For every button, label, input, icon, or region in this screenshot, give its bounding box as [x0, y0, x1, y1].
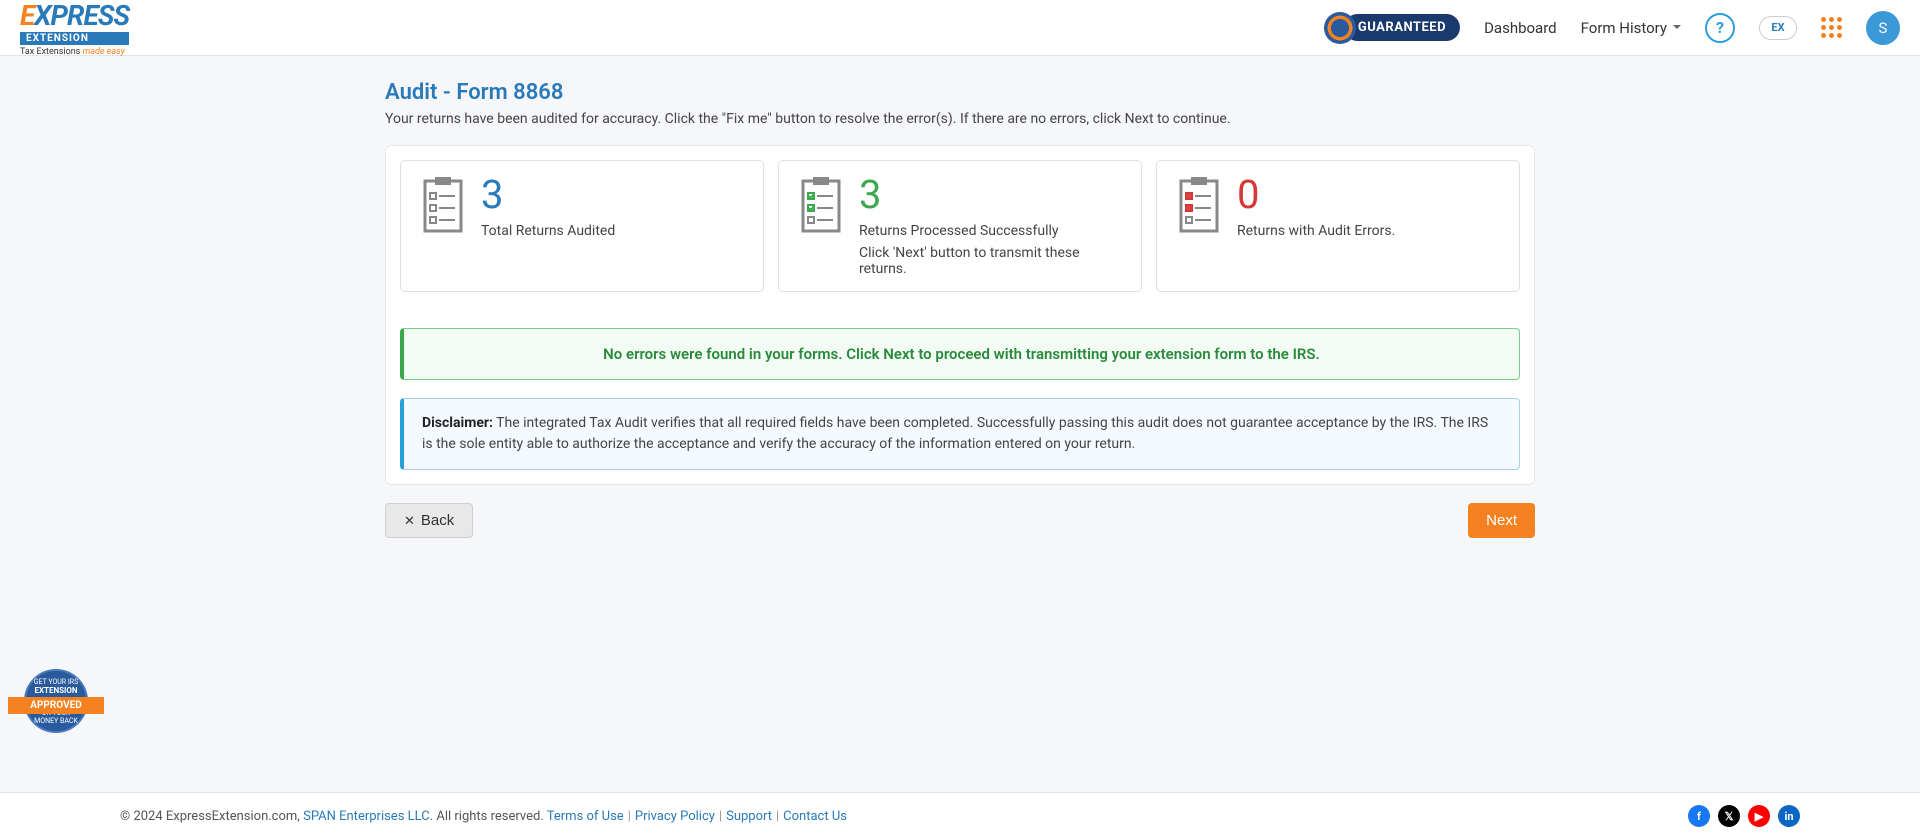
approved-line2: EXTENSION — [34, 686, 77, 695]
guarantee-badge[interactable]: GUARANTEED — [1324, 12, 1460, 44]
help-icon[interactable]: ? — [1705, 13, 1735, 43]
apps-grid-icon[interactable] — [1821, 17, 1842, 38]
back-button[interactable]: Back — [385, 503, 473, 538]
rights: . All rights reserved. — [430, 809, 547, 824]
company-link[interactable]: SPAN Enterprises LLC — [303, 809, 430, 824]
footer: © 2024 ExpressExtension.com, SPAN Enterp… — [0, 792, 1920, 839]
success-label: Returns Processed Successfully — [859, 223, 1123, 239]
disclaimer-label: Disclaimer: — [422, 415, 493, 431]
copyright: © 2024 ExpressExtension.com, — [120, 809, 303, 824]
ex-toggle[interactable]: EX — [1759, 16, 1797, 40]
terms-link[interactable]: Terms of Use — [547, 809, 624, 824]
contact-link[interactable]: Contact Us — [783, 809, 847, 824]
logo-tagline: Tax Extensions made easy — [20, 47, 129, 57]
stat-card-errors: 0 Returns with Audit Errors. — [1156, 160, 1520, 292]
avatar[interactable]: S — [1866, 11, 1900, 45]
audit-panel: 3 Total Returns Audited — [385, 145, 1535, 485]
logo[interactable]: EXPRESS EXTENSION Tax Extensions made ea… — [20, 0, 129, 57]
logo-sub: EXTENSION — [20, 32, 129, 45]
disclaimer-text: The integrated Tax Audit verifies that a… — [422, 415, 1488, 452]
stat-card-success: 3 Returns Processed Successfully Click '… — [778, 160, 1142, 292]
approved-badge[interactable]: GET YOUR IRS EXTENSION OR YOUR MONEY BAC… — [8, 669, 104, 739]
success-sub: Click 'Next' button to transmit these re… — [859, 245, 1123, 277]
errors-label: Returns with Audit Errors. — [1237, 223, 1501, 239]
success-banner: No errors were found in your forms. Clic… — [400, 328, 1520, 380]
next-button[interactable]: Next — [1468, 503, 1535, 538]
clipboard-check-icon — [797, 175, 845, 239]
audited-label: Total Returns Audited — [481, 223, 745, 239]
disclaimer-box: Disclaimer: The integrated Tax Audit ver… — [400, 398, 1520, 470]
clipboard-icon — [419, 175, 467, 239]
page-title: Audit - Form 8868 — [385, 80, 1535, 105]
errors-count: 0 — [1237, 175, 1501, 215]
approved-line1: GET YOUR IRS — [34, 678, 78, 686]
linkedin-icon[interactable]: in — [1778, 805, 1800, 827]
x-twitter-icon[interactable]: 𝕏 — [1718, 805, 1740, 827]
stat-card-audited: 3 Total Returns Audited — [400, 160, 764, 292]
clipboard-error-icon — [1175, 175, 1223, 239]
nav-dashboard[interactable]: Dashboard — [1484, 19, 1557, 37]
youtube-icon[interactable]: ▶ — [1748, 805, 1770, 827]
support-link[interactable]: Support — [726, 809, 772, 824]
success-count: 3 — [859, 175, 1123, 215]
nav-form-history[interactable]: Form History — [1581, 19, 1681, 37]
approved-line4: MONEY BACK — [34, 717, 78, 725]
approved-ribbon: APPROVED — [8, 697, 104, 714]
guarantee-label: GUARANTEED — [1344, 14, 1460, 41]
header-bar: EXPRESS EXTENSION Tax Extensions made ea… — [0, 0, 1920, 56]
privacy-link[interactable]: Privacy Policy — [635, 809, 715, 824]
facebook-icon[interactable]: f — [1688, 805, 1710, 827]
page-description: Your returns have been audited for accur… — [385, 111, 1535, 127]
audited-count: 3 — [481, 175, 745, 215]
ribbon-seal-icon — [1324, 12, 1356, 44]
